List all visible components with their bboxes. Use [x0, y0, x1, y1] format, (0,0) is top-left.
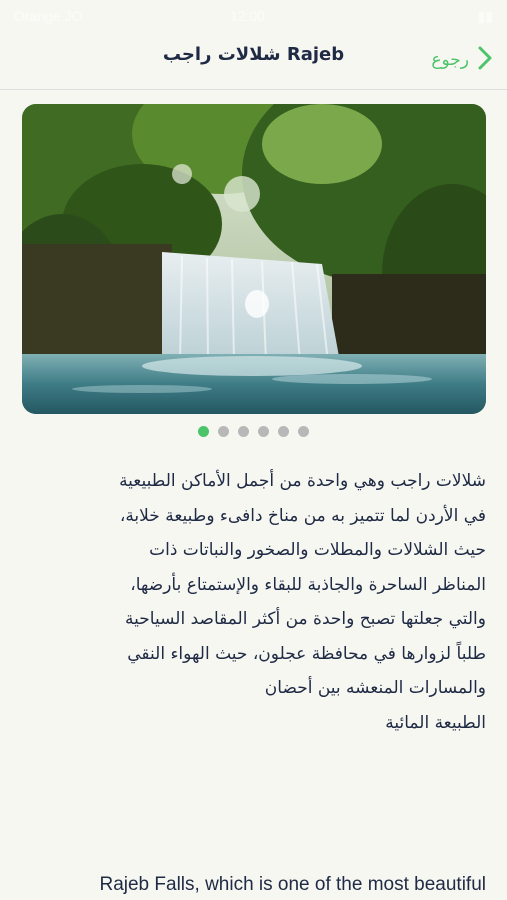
description-line: شلالات راجب وهي واحدة من أجمل الأماكن ال… [119, 471, 486, 491]
back-button[interactable]: رجوع [431, 42, 493, 78]
waterfall-photo [22, 104, 486, 414]
page-dot[interactable] [198, 426, 209, 437]
english-description: Rajeb Falls, which is one of the most be… [99, 874, 486, 895]
description-line: والمسارات المنعشه بين أحضان [264, 678, 486, 698]
gallery-page-indicator[interactable] [0, 426, 507, 437]
page-dot[interactable] [218, 426, 229, 437]
description-line: حيث الشلالات والمطلات والصخور والنباتات … [149, 540, 486, 560]
description-line: الطبيعة المائية [385, 712, 486, 733]
nav-bar: شلالات راجب Rajeb رجوع [0, 36, 507, 84]
back-label: رجوع [431, 50, 469, 70]
page-dot[interactable] [298, 426, 309, 437]
page-dot[interactable] [278, 426, 289, 437]
page-dot[interactable] [258, 426, 269, 437]
battery-icon: ▮▮ [477, 8, 493, 24]
status-bar: Orange JO 12:00 ▮▮ [0, 0, 507, 32]
carrier-label: Orange JO [14, 8, 83, 24]
photo-gallery[interactable] [22, 104, 486, 414]
chevron-right-icon [477, 45, 493, 75]
nav-divider [0, 89, 507, 90]
clock-label: 12:00 [230, 8, 266, 24]
description-line: في الأردن لما تتميز به من مناخ دافىء وطب… [119, 505, 486, 526]
description-line: طلباً لزوارها في محافظة عجلون، حيث الهوا… [127, 643, 486, 664]
description-line: والتي جعلتها تصبح واحدة من أكثر المقاصد … [125, 609, 486, 629]
arabic-description: شلالات راجب وهي واحدة من أجمل الأماكن ال… [22, 464, 486, 740]
page-dot[interactable] [238, 426, 249, 437]
description-line: المناظر الساحرة والجاذبة للبقاء والإستمت… [130, 574, 486, 595]
